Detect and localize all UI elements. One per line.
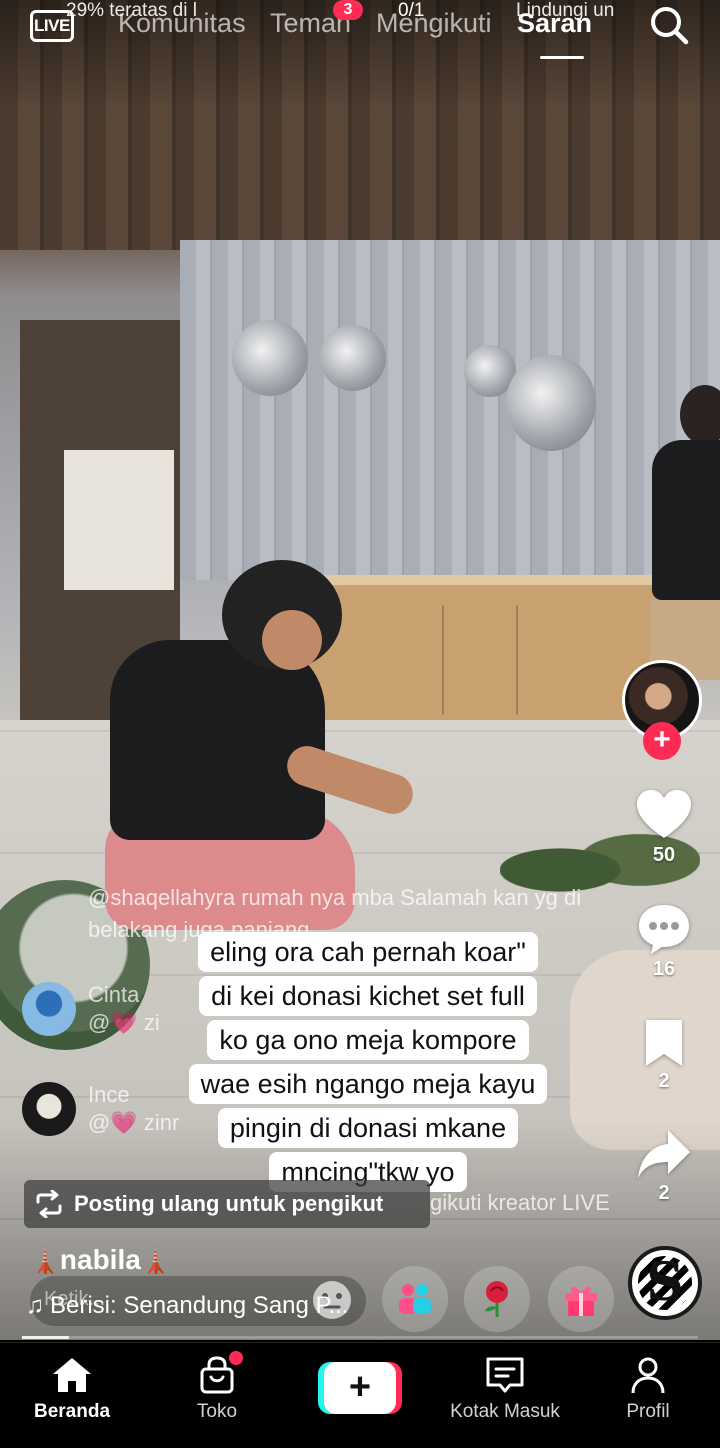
inbox-icon	[486, 1357, 524, 1393]
repost-icon	[36, 1190, 62, 1218]
rose-button[interactable]	[464, 1266, 530, 1332]
music-title: Berisi: Senandung Sang P...	[50, 1292, 349, 1319]
top-bar: 29% teratas di l 0/1 Lindungi un LIVE Ko…	[0, 0, 720, 70]
repost-button[interactable]: Posting ulang untuk pengikut	[24, 1180, 430, 1228]
caption-line: pingin di donasi mkane	[217, 1108, 519, 1148]
music-row[interactable]: ♫ Berisi: Senandung Sang P...	[26, 1292, 348, 1320]
tower-emoji: 🗼	[140, 1248, 171, 1275]
search-icon[interactable]	[648, 4, 690, 46]
gift-icon	[565, 1286, 597, 1316]
tower-emoji: 🗼	[30, 1248, 60, 1275]
tab-saran[interactable]: Saran	[517, 8, 592, 39]
video-wall	[180, 240, 720, 580]
shop-notification-dot	[229, 1351, 243, 1365]
nav-inbox-label: Kotak Masuk	[450, 1401, 560, 1422]
video-progress-bar[interactable]	[22, 1336, 698, 1339]
create-plus-icon: +	[324, 1362, 396, 1414]
username-text: nabila	[59, 1244, 141, 1275]
active-tab-indicator	[540, 56, 584, 59]
like-button[interactable]: 50	[630, 788, 698, 867]
video-person	[110, 640, 325, 840]
nav-home[interactable]: Beranda	[2, 1355, 142, 1423]
nav-home-label: Beranda	[33, 1401, 111, 1422]
comment-text: @💗 zi	[88, 1010, 160, 1035]
comment-author: Cinta	[88, 982, 140, 1007]
people-button[interactable]	[382, 1266, 448, 1332]
create-button[interactable]: +	[318, 1362, 402, 1414]
bookmark-icon	[646, 1020, 682, 1066]
nav-profile-label: Profil	[626, 1401, 670, 1422]
caption-line: ko ga ono meja kompore	[207, 1020, 529, 1060]
video-progress-fill	[22, 1336, 70, 1339]
share-button[interactable]: 2	[630, 1128, 698, 1205]
caption-line: wae esih ngango meja kayu	[188, 1064, 548, 1104]
disc-logo: S	[646, 1252, 684, 1313]
heart-icon	[637, 790, 691, 838]
bookmark-count: 2	[658, 1070, 670, 1092]
music-disc[interactable]: S	[628, 1246, 702, 1320]
nav-inbox[interactable]: Kotak Masuk	[435, 1355, 575, 1423]
video-door-light	[64, 450, 174, 590]
music-note-icon: ♫	[26, 1292, 44, 1319]
like-count: 50	[652, 844, 676, 866]
video-person	[652, 440, 720, 600]
tab-komunitas[interactable]: Komunitas	[118, 8, 246, 39]
live-label: LIVE	[34, 16, 70, 35]
profile-icon	[631, 1357, 665, 1394]
rose-icon	[485, 1281, 508, 1317]
caption-line: eling ora cah pernah koar"	[198, 932, 538, 972]
video-pan	[232, 320, 308, 396]
comment-count: 16	[652, 958, 676, 980]
share-count: 2	[658, 1182, 670, 1204]
video-pan	[320, 325, 386, 391]
home-icon	[53, 1358, 91, 1392]
friends-badge: 3	[333, 0, 363, 20]
share-arrow-icon	[638, 1130, 690, 1178]
tab-mengikuti[interactable]: Mengikuti	[376, 8, 492, 39]
nav-shop[interactable]: Toko	[147, 1351, 287, 1423]
comment-avatar	[22, 1082, 76, 1136]
follow-creator-hint: gikuti kreator LIVE	[430, 1190, 610, 1215]
nav-shop-label: Toko	[196, 1401, 238, 1422]
follow-button[interactable]: +	[643, 722, 681, 760]
nav-profile[interactable]: Profil	[578, 1355, 718, 1423]
bookmark-button[interactable]: 2	[630, 1018, 698, 1093]
caption-line: di kei donasi kichet set full	[199, 976, 537, 1016]
creator-username[interactable]: 🗼nabila🗼	[30, 1244, 171, 1276]
caption-sticker: eling ora cah pernah koar" di kei donasi…	[158, 932, 578, 1196]
people-icon	[399, 1284, 431, 1314]
live-tv-icon[interactable]: LIVE	[30, 4, 76, 42]
comment-author: Ince	[88, 1082, 130, 1107]
video-pan	[506, 355, 596, 451]
video-counter	[300, 575, 660, 720]
comment-avatar	[22, 982, 76, 1036]
video-person	[262, 610, 322, 670]
repost-label: Posting ulang untuk pengikut	[74, 1191, 384, 1216]
gift-button[interactable]	[548, 1266, 614, 1332]
